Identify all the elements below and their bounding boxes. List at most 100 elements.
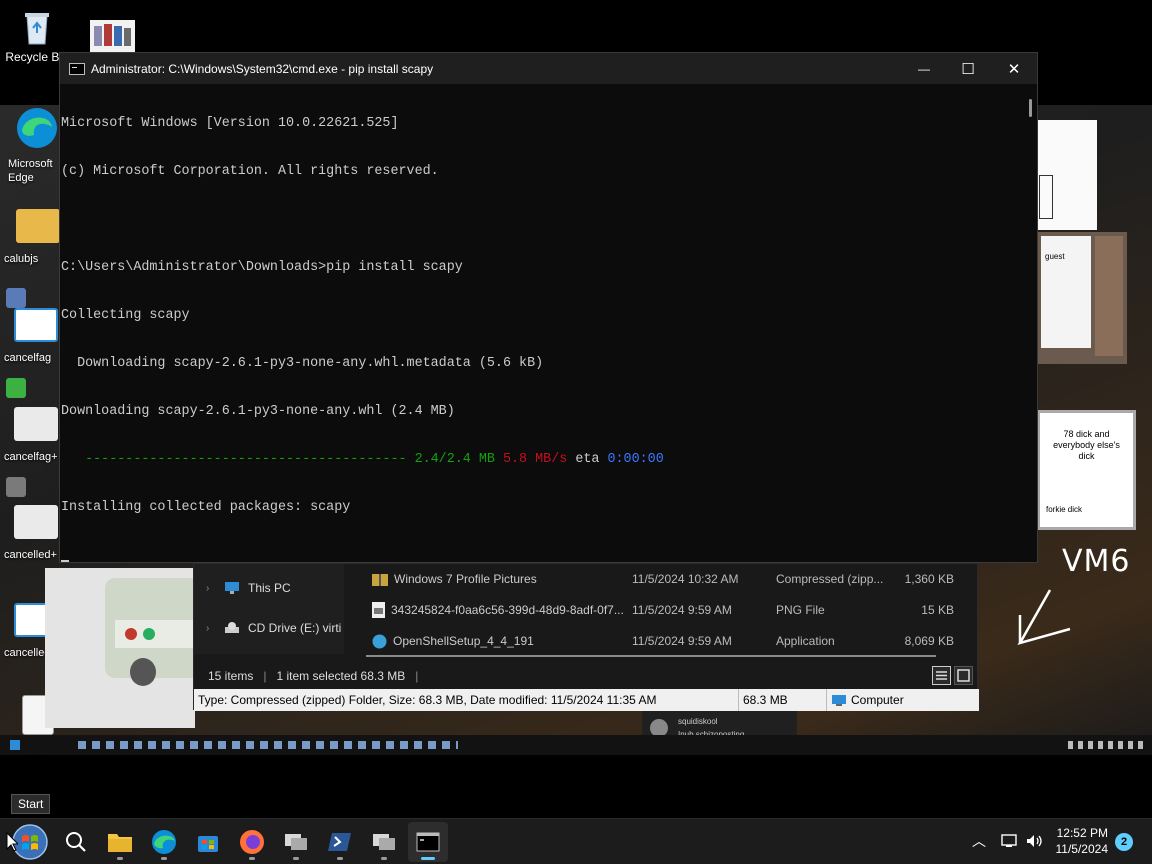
cmd-window[interactable]: Administrator: C:\Windows\System32\cmd.e… — [59, 52, 1038, 563]
progress-bar: ---------------------------------------- — [61, 452, 415, 467]
powershell-icon — [328, 833, 351, 851]
taskbar-vm-app-2[interactable] — [364, 822, 404, 862]
volume-icon[interactable] — [1025, 832, 1043, 850]
handwritten-note: 78 dick and everybody else's dick forkie… — [1037, 410, 1136, 530]
clock-date: 11/5/2024 — [1055, 842, 1109, 856]
edge-icon[interactable] — [14, 105, 60, 151]
vm-start-icon[interactable] — [10, 740, 20, 750]
bluestacks-icon[interactable] — [6, 378, 26, 398]
taskbar-file-explorer[interactable] — [100, 822, 140, 862]
eta-label: eta — [575, 452, 600, 467]
mouse-cursor-icon — [6, 832, 18, 852]
explorer-details-bar: Type: Compressed (zipped) Folder, Size: … — [194, 689, 979, 711]
nav-item-cd-drive[interactable]: › CD Drive (E:) virti — [206, 621, 341, 635]
notification-badge[interactable]: 2 — [1115, 833, 1133, 851]
terminal-icon — [416, 832, 440, 852]
start-tooltip: Start — [11, 794, 51, 814]
edge-icon — [152, 830, 176, 854]
folder-icon — [108, 834, 132, 852]
taskbar-search-button[interactable] — [56, 822, 96, 862]
folder-icon[interactable] — [16, 209, 60, 243]
vm-icon[interactable] — [6, 288, 26, 308]
details-view-button[interactable] — [932, 666, 951, 685]
cmd-title-text: Administrator: C:\Windows\System32\cmd.e… — [91, 61, 434, 76]
status-separator-2: | — [415, 669, 419, 683]
firefox-icon — [240, 830, 264, 854]
console-line: Installing collected packages: scapy — [61, 500, 351, 515]
running-indicator — [293, 857, 299, 860]
taskbar-firefox[interactable] — [232, 822, 272, 862]
taskbar-store[interactable] — [188, 822, 228, 862]
file-row[interactable]: 343245824-f0aa6c56-399d-48d9-8adf-0f7...… — [372, 597, 972, 623]
running-indicator — [381, 857, 387, 860]
notif-user: squidiskool — [678, 717, 718, 726]
computer-icon — [832, 694, 846, 706]
minimize-button[interactable]: — — [901, 53, 947, 84]
cmd-scrollbar-thumb[interactable] — [1029, 99, 1032, 117]
clock-time: 12:52 PM — [1056, 826, 1108, 840]
vm-taskbar-apps — [78, 741, 458, 749]
details-description: Type: Compressed (zipped) Folder, Size: … — [194, 689, 739, 711]
taskbar-edge[interactable] — [144, 822, 184, 862]
vm6-handwriting: VM6 — [1062, 544, 1131, 579]
file-type: PNG File — [776, 603, 825, 617]
image-shortcut[interactable] — [90, 20, 135, 52]
note-picture — [1037, 120, 1097, 230]
details-location: Computer — [827, 689, 977, 711]
file-date: 11/5/2024 9:59 AM — [632, 634, 732, 648]
running-indicator — [117, 857, 123, 860]
taskbar-powershell[interactable] — [320, 822, 360, 862]
file-name: 343245824-f0aa6c56-399d-48d9-8adf-0f7... — [391, 603, 624, 617]
cmd-title-bar[interactable]: Administrator: C:\Windows\System32\cmd.e… — [60, 53, 1037, 84]
cmd-icon — [69, 62, 85, 75]
shell-app-icon — [372, 634, 387, 648]
progress-size: 2.4/2.4 MB — [414, 452, 495, 467]
document-icon[interactable] — [14, 308, 58, 342]
tiles-view-icon — [957, 669, 970, 682]
virtual-machine-icon-2 — [373, 834, 395, 850]
gear-icon-2[interactable] — [14, 505, 58, 539]
large-icons-view-button[interactable] — [954, 666, 973, 685]
list-view-icon — [936, 671, 947, 680]
close-button[interactable]: ✕ — [991, 53, 1037, 84]
console-line: Downloading scapy-2.6.1-py3-none-any.whl… — [61, 404, 455, 419]
maximize-button[interactable]: ☐ — [945, 53, 991, 84]
details-size: 68.3 MB — [739, 689, 827, 711]
cd-drive-icon — [225, 622, 239, 633]
minimize-icon: — — [918, 61, 930, 76]
edge-label: Microsoft Edge — [8, 158, 53, 184]
eta-value: 0:00:00 — [607, 452, 664, 467]
network-icon[interactable] — [1000, 832, 1018, 850]
taskbar-vm-app[interactable] — [276, 822, 316, 862]
calubjs-label: calubjs — [4, 253, 39, 265]
app-icon[interactable] — [6, 477, 26, 497]
console-line: (c) Microsoft Corporation. All rights re… — [61, 164, 439, 179]
running-indicator — [161, 857, 167, 860]
progress-line: ----------------------------------------… — [61, 452, 1026, 468]
console-line: Collecting scapy — [61, 308, 190, 323]
photo-collage: guest — [1037, 232, 1127, 364]
system-clock[interactable]: 12:52 PM 11/5/2024 — [1056, 825, 1109, 857]
console-line: Microsoft Windows [Version 10.0.22621.52… — [61, 116, 399, 131]
file-size: 8,069 KB — [904, 634, 954, 648]
horizontal-scrollbar[interactable] — [366, 655, 936, 657]
search-icon — [66, 832, 86, 852]
details-location-label: Computer — [851, 693, 904, 707]
taskbar-cmd[interactable] — [408, 822, 448, 862]
file-date: 11/5/2024 9:59 AM — [632, 603, 732, 617]
file-row[interactable]: OpenShellSetup_4_4_191 11/5/2024 9:59 AM… — [372, 628, 972, 654]
chevron-right-icon-2[interactable]: › — [206, 623, 216, 634]
cancelled-plus-label: cancelled+ — [4, 549, 57, 561]
file-type: Application — [776, 634, 835, 648]
console-line: C:\Users\Administrator\Downloads>pip ins… — [61, 260, 463, 275]
running-indicator — [249, 857, 255, 860]
explorer-status-bar: 15 items | 1 item selected 68.3 MB | — [194, 664, 979, 688]
png-file-icon — [372, 602, 385, 618]
cmd-console-output[interactable]: Microsoft Windows [Version 10.0.22621.52… — [61, 84, 1026, 562]
gear-icon[interactable] — [14, 407, 58, 441]
chevron-up-icon[interactable]: ︿ — [972, 831, 986, 851]
status-separator: | — [263, 669, 267, 683]
note-text: 78 dick and everybody else's dick — [1053, 429, 1120, 461]
taskbar: ︿ 12:52 PM 11/5/2024 2 — [0, 818, 1152, 864]
